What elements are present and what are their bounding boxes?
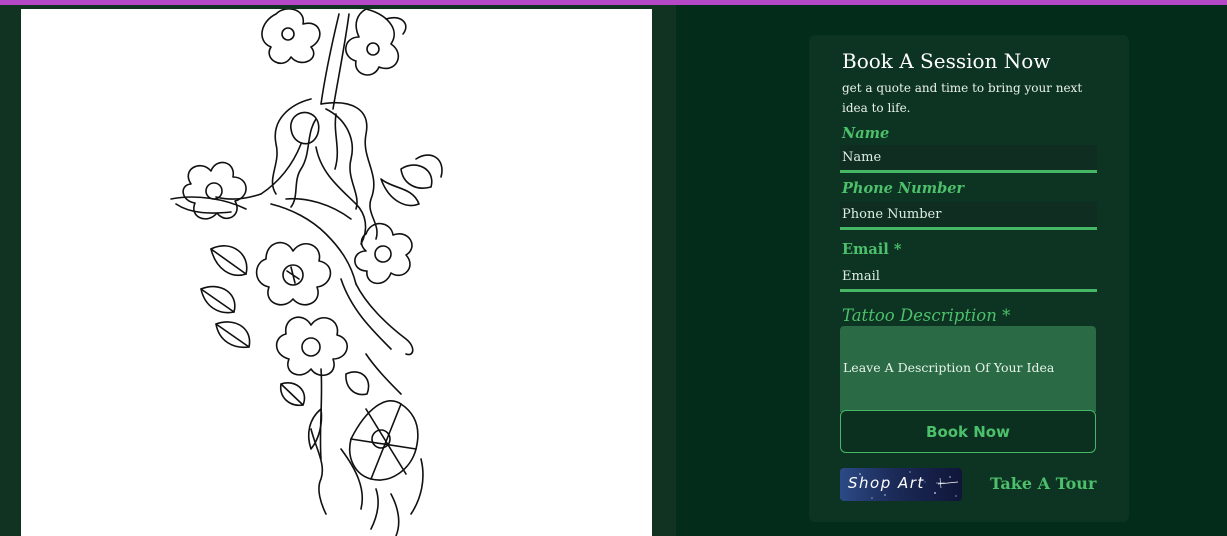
- email-label: Email *: [842, 241, 902, 258]
- artwork-panel: [0, 5, 676, 536]
- booking-subtitle: get a quote and time to bring your next …: [842, 81, 1083, 115]
- take-a-tour-link[interactable]: Take A Tour: [990, 474, 1096, 493]
- email-input[interactable]: [840, 264, 1097, 292]
- name-label: Name: [842, 125, 890, 142]
- description-label: Tattoo Description *: [842, 306, 1011, 325]
- book-now-button[interactable]: Book Now: [840, 410, 1096, 453]
- line-art-illustration: [170, 9, 443, 536]
- shop-art-button[interactable]: Shop Art: [840, 468, 962, 501]
- description-textarea[interactable]: [840, 326, 1096, 412]
- name-input[interactable]: [840, 145, 1097, 173]
- shop-art-label: Shop Art: [848, 474, 925, 492]
- tattoo-artwork-image: [21, 9, 652, 536]
- booking-title: Book A Session Now: [842, 49, 1051, 73]
- phone-label: Phone Number: [842, 180, 965, 197]
- phone-input[interactable]: [840, 202, 1097, 230]
